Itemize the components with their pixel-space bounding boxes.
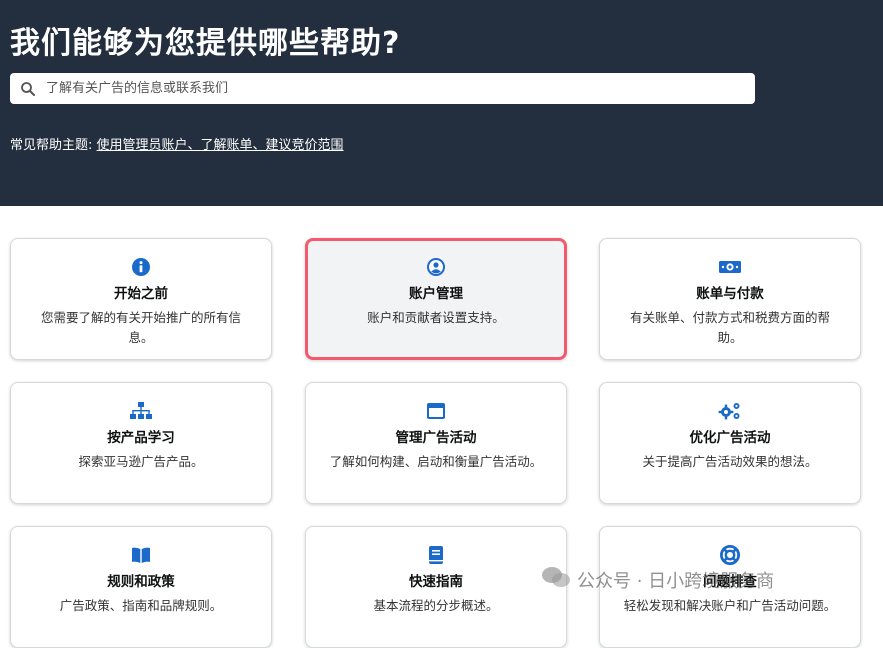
card-description: 轻松发现和解决账户和广告活动问题。 — [623, 598, 837, 613]
money-icon — [718, 257, 742, 277]
card-title: 规则和政策 — [107, 574, 175, 590]
lifebuoy-icon — [719, 544, 741, 566]
topics-link[interactable]: 使用管理员账户、了解账单、建议竞价范围 — [97, 138, 344, 153]
card-description: 关于提高广告活动效果的想法。 — [642, 454, 818, 469]
guide-icon — [426, 545, 446, 565]
card-title: 开始之前 — [114, 286, 168, 302]
card-learn-by-product[interactable]: 按产品学习 探索亚马逊广告产品。 — [10, 382, 272, 504]
wechat-icon — [541, 565, 571, 594]
search-input[interactable] — [46, 73, 755, 104]
card-quick-guide[interactable]: 快速指南 基本流程的分步概述。 — [305, 526, 567, 648]
card-optimize-campaigns[interactable]: 优化广告活动 关于提高广告活动效果的想法。 — [599, 382, 861, 504]
card-description: 您需要了解的有关开始推广的所有信息。 — [40, 310, 241, 345]
search-icon — [20, 81, 36, 97]
card-manage-campaigns[interactable]: 管理广告活动 了解如何构建、启动和衡量广告活动。 — [305, 382, 567, 504]
card-getting-started[interactable]: 开始之前 您需要了解的有关开始推广的所有信息。 — [10, 238, 272, 360]
card-description: 基本流程的分步概述。 — [373, 598, 499, 613]
page-title: 我们能够为您提供哪些帮助? — [10, 26, 401, 61]
card-billing-payments[interactable]: 账单与付款 有关账单、付款方式和税费方面的帮助。 — [599, 238, 861, 360]
watermark: 公众号 · 日小跨境服务商 — [541, 565, 774, 594]
card-title: 账户管理 — [409, 286, 463, 302]
card-description: 账户和贡献者设置支持。 — [367, 310, 505, 325]
window-icon — [426, 401, 446, 421]
card-description: 了解如何构建、启动和衡量广告活动。 — [329, 454, 543, 469]
user-circle-icon — [426, 257, 446, 277]
card-description: 广告政策、指南和品牌规则。 — [59, 598, 223, 613]
watermark-text: 公众号 · 日小跨境服务商 — [577, 570, 775, 592]
common-topics: 常见帮助主题: 使用管理员账户、了解账单、建议竞价范围 — [10, 134, 344, 153]
search-bar[interactable] — [10, 73, 755, 104]
topics-label: 常见帮助主题: — [10, 138, 93, 153]
card-description: 有关账单、付款方式和税费方面的帮助。 — [629, 310, 830, 345]
info-icon — [131, 257, 151, 277]
card-title: 按产品学习 — [107, 430, 175, 446]
hero-banner: 我们能够为您提供哪些帮助? 常见帮助主题: 使用管理员账户、了解账单、建议竞价范… — [0, 0, 883, 206]
card-title: 快速指南 — [409, 574, 463, 590]
sitemap-icon — [129, 401, 153, 421]
card-title: 账单与付款 — [696, 286, 764, 302]
card-description: 探索亚马逊广告产品。 — [78, 454, 204, 469]
gears-icon — [718, 401, 742, 421]
book-icon — [131, 545, 151, 565]
card-rules-policies[interactable]: 规则和政策 广告政策、指南和品牌规则。 — [10, 526, 272, 648]
card-title: 管理广告活动 — [395, 430, 477, 446]
card-title: 优化广告活动 — [689, 430, 771, 446]
card-account-management[interactable]: 账户管理 账户和贡献者设置支持。 — [305, 238, 567, 360]
